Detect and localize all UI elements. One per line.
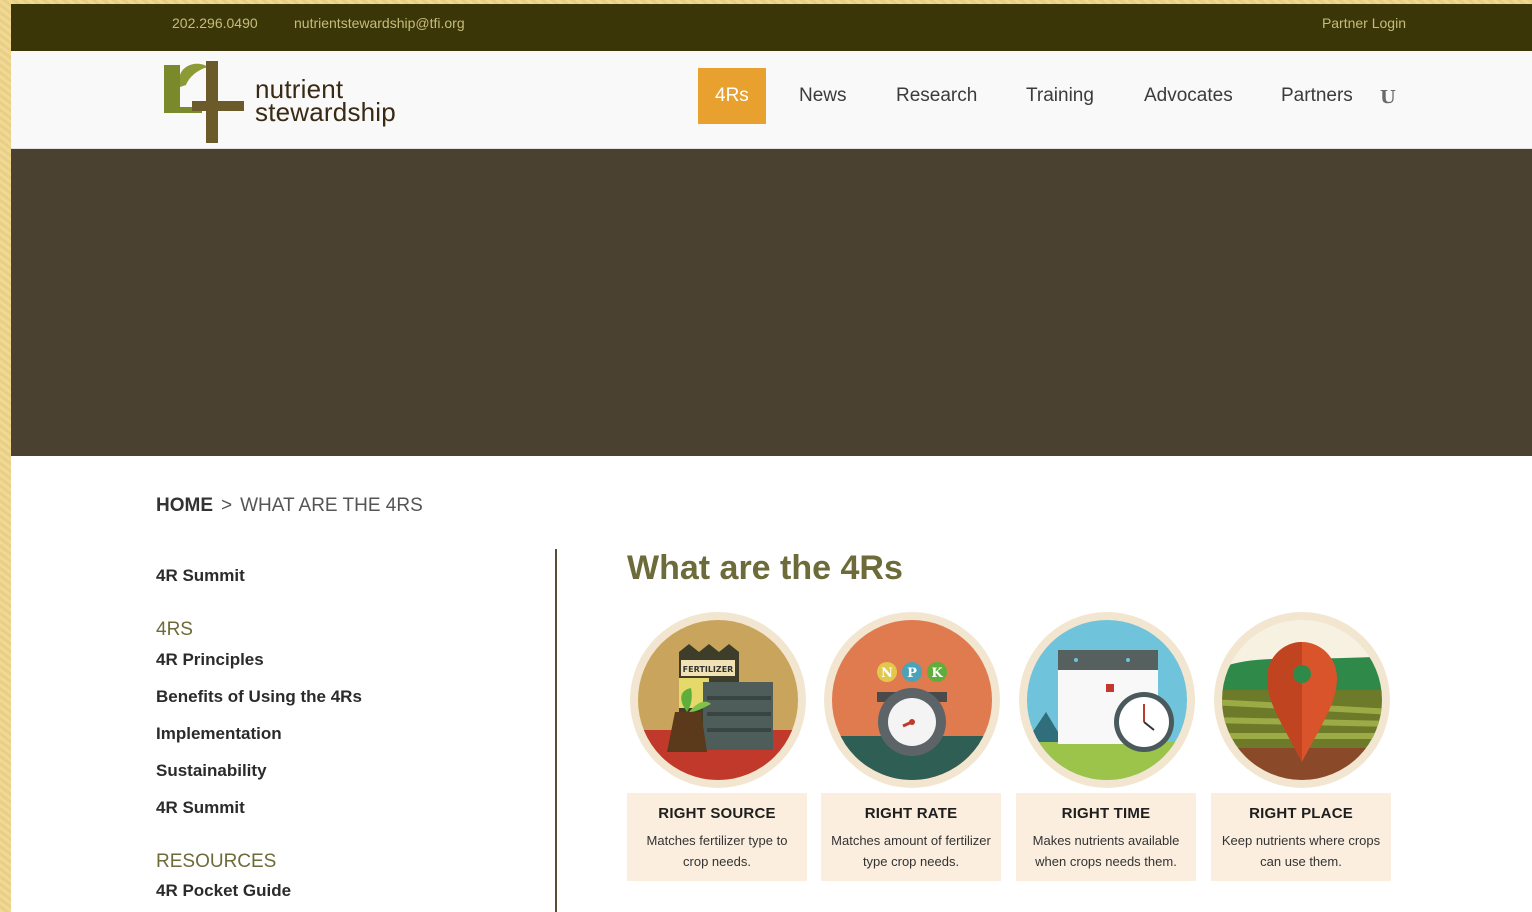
page-title: What are the 4Rs [627,549,903,587]
map-pin-field-icon [1214,612,1390,788]
card-title: RIGHT TIME [1061,805,1151,822]
card-right-place[interactable]: RIGHT PLACE Keep nutrients where crops c… [1211,612,1393,884]
sidebar-link-4r-summit[interactable]: 4R Summit [156,798,245,818]
card-panel: RIGHT PLACE Keep nutrients where crops c… [1211,793,1391,881]
breadcrumb-home-link[interactable]: HOME [156,495,213,516]
nav-item-research[interactable]: Research [896,68,977,124]
card-description: Makes nutrients available when crops nee… [1032,833,1180,869]
card-title: RIGHT RATE [864,805,958,822]
partner-login-link[interactable]: Partner Login [1322,15,1406,31]
logo-wordmark: nutrient stewardship [255,76,396,127]
scale-npk-icon: N P K [824,612,1000,788]
sidebar-link-sustainability[interactable]: Sustainability [156,761,267,781]
card-right-rate[interactable]: N P K RIGHT RATE Matches amount of ferti… [821,612,1003,884]
breadcrumb-separator: > [221,495,233,516]
sidebar-heading-4rs: 4RS [156,619,193,640]
card-description: Keep nutrients where crops can use them. [1221,833,1381,869]
top-utility-bar: 202.296.0490 nutrientstewardship@tfi.org… [11,4,1532,51]
sidebar-link-4r-summit-top[interactable]: 4R Summit [156,566,245,586]
nav-item-news[interactable]: News [799,68,847,124]
nav-item-training[interactable]: Training [1026,68,1094,124]
breadcrumb-current: WHAT ARE THE 4RS [240,495,423,516]
npk-p: P [907,666,917,681]
card-panel: RIGHT RATE Matches amount of fertilizer … [821,793,1001,881]
email-link[interactable]: nutrientstewardship@tfi.org [294,15,465,31]
logo-line-2: stewardship [255,97,396,127]
sidebar-heading-resources: RESOURCES [156,851,277,872]
sidebar-divider [555,549,557,912]
sidebar-link-4r-principles[interactable]: 4R Principles [156,650,264,670]
npk-n: N [881,666,893,681]
phone-link[interactable]: 202.296.0490 [172,15,258,31]
r4-logo-icon [164,61,244,143]
card-title: RIGHT SOURCE [658,805,776,822]
fertilizer-label: FERTILIZER [683,665,734,674]
card-panel: RIGHT TIME Makes nutrients available whe… [1016,793,1196,881]
menu-extra-icon[interactable]: U [1380,87,1396,108]
breadcrumb: HOME > WHAT ARE THE 4RS [156,495,423,517]
card-right-time[interactable]: RIGHT TIME Makes nutrients available whe… [1016,612,1198,884]
npk-k: K [931,666,943,681]
card-description: Matches amount of fertilizer type crop n… [831,833,991,869]
site-header: nutrient stewardship 4Rs News Research T… [11,51,1532,149]
nav-item-advocates[interactable]: Advocates [1144,68,1233,124]
card-title: RIGHT PLACE [1249,805,1353,822]
fertilizer-bag-icon: FERTILIZER [630,612,806,788]
hero-banner [11,149,1532,456]
page-frame: 202.296.0490 nutrientstewardship@tfi.org… [11,4,1532,912]
card-panel: RIGHT SOURCE Matches fertilizer type to … [627,793,807,881]
card-right-source[interactable]: FERTILIZER RIGHT SOURCE Matches fertiliz… [627,612,809,884]
nav-item-partners[interactable]: Partners [1281,68,1353,124]
nav-item-4rs[interactable]: 4Rs [698,68,766,124]
site-logo[interactable]: nutrient stewardship [162,61,422,143]
sidebar-link-benefits[interactable]: Benefits of Using the 4Rs [156,687,362,707]
calendar-clock-icon [1019,612,1195,788]
sidebar-link-implementation[interactable]: Implementation [156,724,282,744]
sidebar-link-pocket-guide[interactable]: 4R Pocket Guide [156,881,291,901]
card-description: Matches fertilizer type to crop needs. [646,833,788,869]
